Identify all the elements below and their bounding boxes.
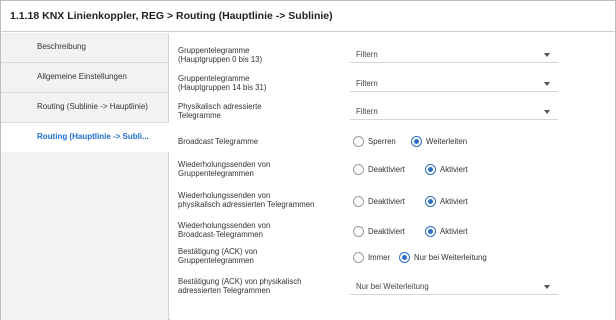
chevron-down-icon	[544, 82, 550, 86]
sidebar-item-label: Beschreibung	[37, 42, 86, 51]
radio-circle	[353, 226, 364, 237]
param-row-physikalisch-adressierte: Physikalisch adressierte Telegramme Filte…	[170, 99, 615, 121]
param-label: Broadcast Telegramme	[178, 137, 259, 146]
param-row-ack-gruppen: Bestätigung (ACK) von Gruppentelegrammen …	[170, 245, 615, 267]
title-bar: 1.1.18 KNX Linienkoppler, REG > Routing …	[1, 1, 615, 32]
param-label: Gruppentelegramme (Hauptgruppen 14 bis 31…	[178, 74, 267, 92]
radio-circle	[353, 136, 364, 147]
ack-physikalisch-dropdown[interactable]: Nur bei Weiterleitung	[350, 278, 558, 295]
window-title: 1.1.18 KNX Linienkoppler, REG > Routing …	[10, 10, 333, 22]
sidebar-item-beschreibung[interactable]: Beschreibung	[1, 33, 169, 62]
param-label: Bestätigung (ACK) von Gruppentelegrammen	[178, 247, 258, 265]
param-row-wiederholung-physikalisch: Wiederholungssenden von physikalisch adre…	[170, 189, 615, 211]
param-row-gruppentelegramme-14-31: Gruppentelegramme (Hauptgruppen 14 bis 31…	[170, 71, 615, 93]
radio-circle	[425, 164, 436, 175]
radio-label: Immer	[368, 253, 391, 262]
param-row-wiederholung-broadcast: Wiederholungssenden von Broadcast-Telegra…	[170, 219, 615, 241]
chevron-down-icon	[544, 110, 550, 114]
radio-label: Deaktiviert	[368, 165, 405, 174]
param-row-broadcast: Broadcast Telegramme Sperren Weiterleite…	[170, 133, 615, 149]
sidebar-item-label: Routing (Hauptlinie -> Subli...	[37, 132, 149, 141]
sidebar: Beschreibung Allgemeine Einstellungen Ro…	[1, 33, 170, 320]
param-label: Gruppentelegramme (Hauptgruppen 0 bis 13)	[178, 46, 263, 64]
radio-label: Deaktiviert	[368, 197, 405, 206]
dropdown-value: Filtern	[356, 50, 378, 59]
gruppentelegramme-0-13-dropdown[interactable]: Filtern	[350, 46, 558, 63]
param-label: Wiederholungssenden von physikalisch adre…	[178, 191, 315, 209]
radio-circle	[399, 252, 410, 263]
chevron-down-icon	[544, 53, 550, 57]
param-row-gruppentelegramme-0-13: Gruppentelegramme (Hauptgruppen 0 bis 13)…	[170, 43, 615, 65]
param-label: Wiederholungssenden von Broadcast-Telegra…	[178, 221, 271, 239]
dropdown-value: Filtern	[356, 107, 378, 116]
radio-circle	[411, 136, 422, 147]
sidebar-item-routing-haupt-sub[interactable]: Routing (Hauptlinie -> Subli...	[1, 123, 170, 152]
gruppentelegramme-14-31-dropdown[interactable]: Filtern	[350, 75, 558, 92]
sidebar-item-routing-sub-haupt[interactable]: Routing (Sublinie -> Hauptlinie)	[1, 93, 169, 122]
radio-label: Weiterleiten	[426, 137, 468, 146]
sidebar-item-label: Routing (Sublinie -> Hauptlinie)	[37, 102, 148, 111]
radio-circle	[353, 196, 364, 207]
radio-circle	[353, 164, 364, 175]
dropdown-value: Nur bei Weiterleitung	[356, 282, 429, 291]
sidebar-item-label: Allgemeine Einstellungen	[37, 72, 127, 81]
radio-label: Nur bei Weiterleitung	[414, 253, 487, 262]
radio-label: Sperren	[368, 137, 396, 146]
param-label: Bestätigung (ACK) von physikalisch adress…	[178, 277, 302, 295]
radio-circle	[425, 196, 436, 207]
parameter-content: Gruppentelegramme (Hauptgruppen 0 bis 13)…	[170, 33, 615, 320]
sidebar-item-allgemeine-einstellungen[interactable]: Allgemeine Einstellungen	[1, 63, 169, 92]
radio-label: Deaktiviert	[368, 227, 405, 236]
dropdown-value: Filtern	[356, 79, 378, 88]
physikalisch-adressierte-dropdown[interactable]: Filtern	[350, 103, 558, 120]
radio-circle	[353, 252, 364, 263]
radio-label: Aktiviert	[440, 197, 468, 206]
radio-label: Aktiviert	[440, 227, 468, 236]
chevron-down-icon	[544, 285, 550, 289]
radio-circle	[425, 226, 436, 237]
param-row-ack-physikalisch: Bestätigung (ACK) von physikalisch adress…	[170, 275, 615, 297]
param-label: Physikalisch adressierte Telegramme	[178, 102, 262, 120]
param-row-wiederholung-gruppen: Wiederholungssenden von Gruppentelegramme…	[170, 157, 615, 179]
parameter-window: 1.1.18 KNX Linienkoppler, REG > Routing …	[0, 0, 616, 320]
radio-label: Aktiviert	[440, 165, 468, 174]
param-label: Wiederholungssenden von Gruppentelegramme…	[178, 160, 271, 178]
